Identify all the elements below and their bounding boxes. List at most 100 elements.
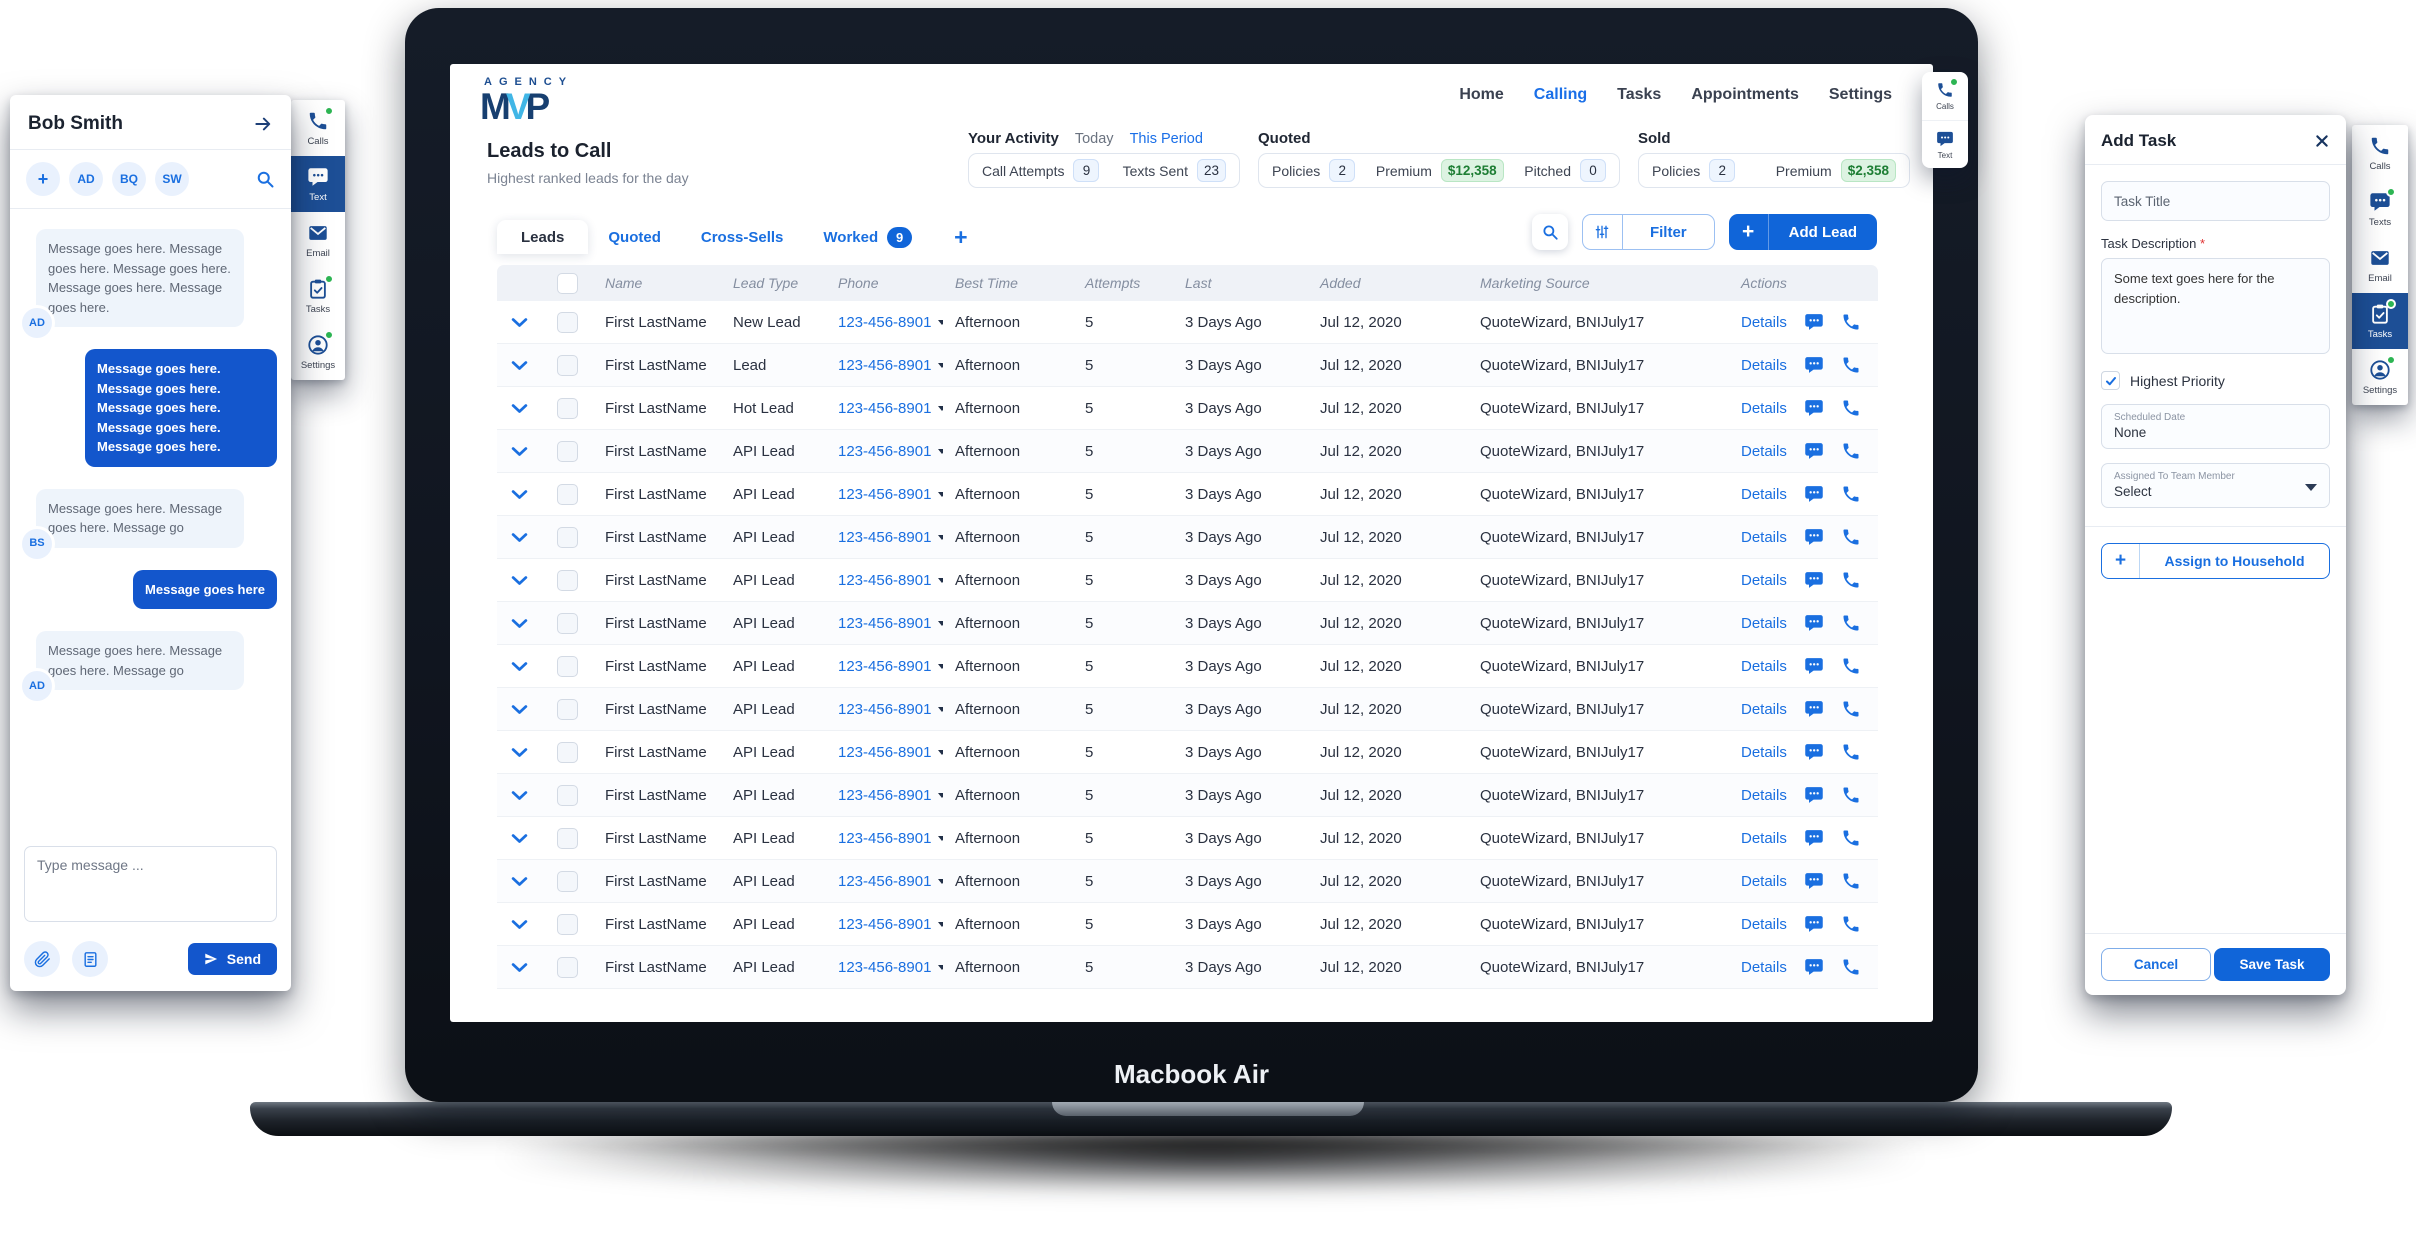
toolbar-item[interactable]: Calls (1922, 72, 1968, 120)
phone-link[interactable]: 123-456-8901 (838, 486, 931, 503)
row-checkbox[interactable] (557, 355, 578, 376)
toolbar-item[interactable]: Email (2352, 237, 2408, 293)
phone-link[interactable]: 123-456-8901 (838, 787, 931, 804)
tab[interactable]: Cross-Sells (681, 220, 804, 254)
expand-chevron-icon[interactable] (511, 661, 528, 672)
expand-chevron-icon[interactable] (511, 704, 528, 715)
message-icon[interactable] (1804, 957, 1824, 977)
call-icon[interactable] (1841, 441, 1861, 461)
activity-toggle-this-period[interactable]: This Period (1130, 131, 1203, 147)
cancel-button[interactable]: Cancel (2101, 948, 2211, 981)
toolbar-item[interactable]: Text (291, 156, 345, 212)
phone-link[interactable]: 123-456-8901 (838, 443, 931, 460)
expand-chevron-icon[interactable] (511, 747, 528, 758)
toolbar-item[interactable]: Calls (2352, 125, 2408, 181)
call-icon[interactable] (1841, 355, 1861, 375)
save-task-button[interactable]: Save Task (2214, 948, 2330, 981)
expand-chevron-icon[interactable] (511, 360, 528, 371)
toolbar-item[interactable]: Tasks (2352, 293, 2408, 349)
message-icon[interactable] (1804, 527, 1824, 547)
toolbar-item[interactable]: Email (291, 212, 345, 268)
expand-chevron-icon[interactable] (511, 446, 528, 457)
assign-household-button[interactable]: + Assign to Household (2101, 543, 2330, 579)
arrow-right-icon[interactable] (253, 114, 273, 134)
phone-link[interactable]: 123-456-8901 (838, 400, 931, 417)
message-icon[interactable] (1804, 355, 1824, 375)
row-checkbox[interactable] (557, 312, 578, 333)
contact-avatar[interactable]: + (26, 162, 60, 196)
call-icon[interactable] (1841, 742, 1861, 762)
send-button[interactable]: Send (188, 943, 277, 975)
nav-item[interactable]: Home (1459, 86, 1503, 104)
message-icon[interactable] (1804, 613, 1824, 633)
call-icon[interactable] (1841, 398, 1861, 418)
nav-item[interactable]: Settings (1829, 86, 1892, 104)
task-title-input[interactable] (2101, 181, 2330, 221)
tab[interactable]: Leads (497, 220, 588, 254)
row-checkbox[interactable] (557, 957, 578, 978)
call-icon[interactable] (1841, 785, 1861, 805)
message-icon[interactable] (1804, 742, 1824, 762)
message-icon[interactable] (1804, 656, 1824, 676)
row-checkbox[interactable] (557, 871, 578, 892)
expand-chevron-icon[interactable] (511, 876, 528, 887)
row-checkbox[interactable] (557, 914, 578, 935)
call-icon[interactable] (1841, 914, 1861, 934)
call-icon[interactable] (1841, 484, 1861, 504)
phone-link[interactable]: 123-456-8901 (838, 314, 931, 331)
search-button[interactable] (1532, 214, 1568, 250)
contact-avatar[interactable]: AD (69, 162, 103, 196)
row-checkbox[interactable] (557, 527, 578, 548)
phone-link[interactable]: 123-456-8901 (838, 615, 931, 632)
contact-avatar[interactable]: SW (155, 162, 189, 196)
message-icon[interactable] (1804, 828, 1824, 848)
details-link[interactable]: Details (1741, 830, 1787, 847)
expand-chevron-icon[interactable] (511, 489, 528, 500)
expand-chevron-icon[interactable] (511, 317, 528, 328)
phone-link[interactable]: 123-456-8901 (838, 357, 931, 374)
expand-chevron-icon[interactable] (511, 575, 528, 586)
template-button[interactable] (72, 941, 108, 977)
details-link[interactable]: Details (1741, 744, 1787, 761)
details-link[interactable]: Details (1741, 873, 1787, 890)
call-icon[interactable] (1841, 656, 1861, 676)
chat-search-icon[interactable] (255, 169, 275, 189)
phone-link[interactable]: 123-456-8901 (838, 658, 931, 675)
details-link[interactable]: Details (1741, 916, 1787, 933)
row-checkbox[interactable] (557, 613, 578, 634)
details-link[interactable]: Details (1741, 701, 1787, 718)
message-icon[interactable] (1804, 871, 1824, 891)
toolbar-item[interactable]: Tasks (291, 268, 345, 324)
expand-chevron-icon[interactable] (511, 618, 528, 629)
call-icon[interactable] (1841, 613, 1861, 633)
close-icon[interactable] (2314, 133, 2330, 149)
details-link[interactable]: Details (1741, 959, 1787, 976)
filter-button[interactable]: Filter (1582, 214, 1715, 250)
phone-link[interactable]: 123-456-8901 (838, 701, 931, 718)
phone-link[interactable]: 123-456-8901 (838, 830, 931, 847)
phone-link[interactable]: 123-456-8901 (838, 572, 931, 589)
details-link[interactable]: Details (1741, 486, 1787, 503)
task-description-input[interactable]: Some text goes here for the description. (2101, 258, 2330, 354)
row-checkbox[interactable] (557, 398, 578, 419)
expand-chevron-icon[interactable] (511, 833, 528, 844)
expand-chevron-icon[interactable] (511, 919, 528, 930)
details-link[interactable]: Details (1741, 572, 1787, 589)
details-link[interactable]: Details (1741, 529, 1787, 546)
nav-item[interactable]: Appointments (1691, 86, 1799, 104)
call-icon[interactable] (1841, 871, 1861, 891)
nav-item[interactable]: Tasks (1617, 86, 1661, 104)
details-link[interactable]: Details (1741, 400, 1787, 417)
toolbar-item[interactable]: Settings (2352, 349, 2408, 405)
expand-chevron-icon[interactable] (511, 790, 528, 801)
message-icon[interactable] (1804, 441, 1824, 461)
details-link[interactable]: Details (1741, 787, 1787, 804)
expand-chevron-icon[interactable] (511, 403, 528, 414)
row-checkbox[interactable] (557, 484, 578, 505)
contact-avatar[interactable]: BQ (112, 162, 146, 196)
details-link[interactable]: Details (1741, 357, 1787, 374)
details-link[interactable]: Details (1741, 658, 1787, 675)
toolbar-item[interactable]: Texts (2352, 181, 2408, 237)
phone-link[interactable]: 123-456-8901 (838, 873, 931, 890)
call-icon[interactable] (1841, 527, 1861, 547)
